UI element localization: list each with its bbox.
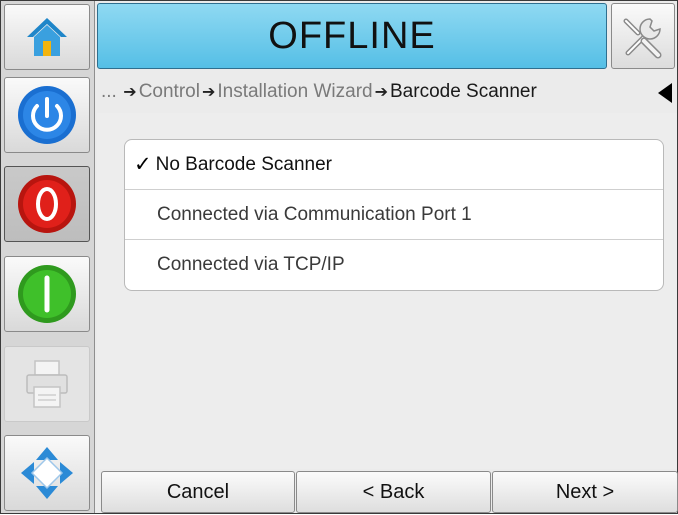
- printer-icon: [26, 360, 68, 408]
- sidebar: [1, 1, 95, 513]
- back-arrow-icon[interactable]: [658, 83, 672, 103]
- breadcrumb-arrow-icon: ➔: [118, 84, 137, 101]
- stop-button[interactable]: [4, 166, 90, 242]
- cancel-button[interactable]: Cancel: [101, 471, 295, 513]
- navigation-button[interactable]: [4, 435, 90, 511]
- stop-icon: [18, 175, 76, 233]
- start-icon: [18, 265, 76, 323]
- option-list: ✓ No Barcode Scanner Connected via Commu…: [124, 139, 664, 291]
- navigation-icon: [21, 447, 73, 499]
- option-label: No Barcode Scanner: [155, 153, 332, 175]
- home-icon: [27, 18, 67, 56]
- back-button[interactable]: < Back: [296, 471, 491, 513]
- content-panel: ✓ No Barcode Scanner Connected via Commu…: [97, 113, 677, 469]
- option-label: Connected via Communication Port 1: [157, 203, 472, 225]
- option-label: Connected via TCP/IP: [157, 254, 345, 275]
- power-button[interactable]: [4, 77, 90, 153]
- power-icon: [18, 86, 76, 144]
- footer-bar: Cancel < Back Next >: [97, 471, 678, 515]
- breadcrumb-current: Barcode Scanner: [390, 81, 537, 102]
- option-no-barcode-scanner[interactable]: ✓ No Barcode Scanner: [125, 140, 663, 190]
- status-text: OFFLINE: [268, 14, 436, 57]
- tools-button[interactable]: [611, 3, 675, 69]
- option-tcp-ip[interactable]: Connected via TCP/IP: [125, 240, 663, 290]
- breadcrumb-arrow-icon: ➔: [374, 84, 388, 101]
- next-button[interactable]: Next >: [492, 471, 678, 513]
- home-button[interactable]: [4, 4, 90, 70]
- start-button[interactable]: [4, 256, 90, 332]
- breadcrumb-item-control[interactable]: Control: [139, 81, 200, 103]
- option-communication-port-1[interactable]: Connected via Communication Port 1: [125, 190, 663, 240]
- app-window: OFFLINE ... ➔ Control ➔ Installation Wiz…: [0, 0, 678, 514]
- checkmark-icon: ✓: [134, 153, 152, 176]
- tools-icon: [623, 18, 662, 59]
- breadcrumb-item-installation-wizard[interactable]: Installation Wizard: [217, 81, 372, 103]
- status-banner: OFFLINE: [97, 3, 607, 69]
- breadcrumb-ellipsis[interactable]: ...: [101, 81, 117, 103]
- breadcrumb-arrow-icon: ➔: [201, 84, 216, 101]
- breadcrumb: ... ➔ Control ➔ Installation Wizard ➔ Ba…: [101, 73, 678, 111]
- print-button[interactable]: [4, 346, 90, 422]
